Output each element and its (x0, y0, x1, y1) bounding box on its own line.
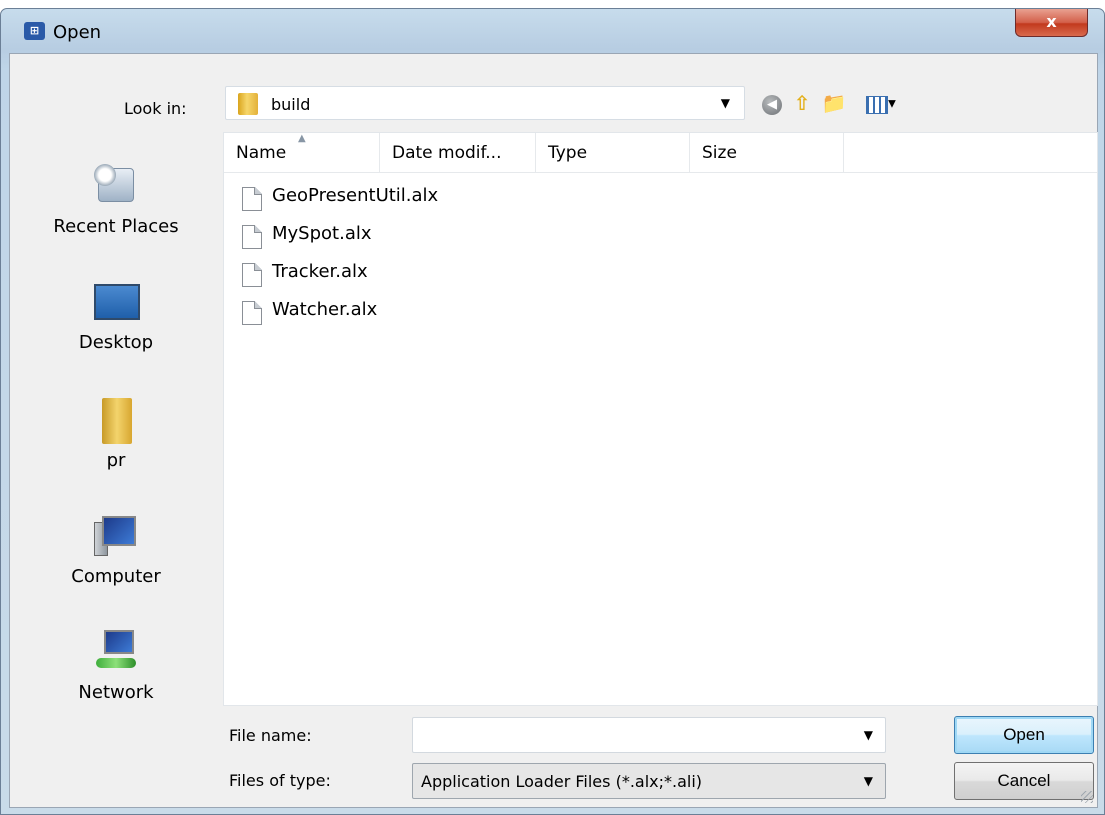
user-folder-icon (92, 396, 140, 444)
back-button[interactable]: ◀ (758, 88, 786, 118)
column-headers: Name ▲ Date modif... Type Size (224, 133, 1097, 173)
open-button[interactable]: Open (954, 716, 1094, 754)
file-name: Watcher.alx (272, 299, 378, 320)
file-name: Tracker.alx (272, 261, 368, 282)
look-in-value: build (271, 95, 311, 114)
recent-places-icon (92, 162, 140, 210)
back-arrow-icon: ◀ (762, 94, 782, 115)
place-computer[interactable]: Computer (18, 512, 214, 587)
file-name: MySpot.alx (272, 223, 372, 244)
place-recent-places[interactable]: Recent Places (18, 162, 214, 237)
folder-icon (238, 93, 258, 115)
new-folder-icon: 📁 (821, 91, 847, 115)
window-title: Open (53, 22, 102, 43)
column-header-date[interactable]: Date modif... (380, 133, 536, 173)
column-header-size[interactable]: Size (690, 133, 844, 173)
up-folder-icon: ⇧ (793, 91, 811, 115)
network-icon (92, 628, 140, 676)
sort-ascending-icon: ▲ (298, 133, 306, 144)
view-menu-icon (866, 95, 889, 114)
desktop-icon (92, 278, 140, 326)
up-folder-button[interactable]: ⇧ (788, 88, 816, 118)
file-type-value: Application Loader Files (*.alx;*.ali) (421, 772, 703, 791)
place-desktop[interactable]: Desktop (18, 278, 214, 353)
place-label: Recent Places (53, 216, 179, 237)
place-label: Computer (71, 566, 161, 587)
open-dialog: ⊞ Open x Look in: build ▼ ◀ ⇧ 📁 ▼ Recent… (0, 8, 1105, 815)
document-icon (242, 187, 262, 211)
place-pr[interactable]: pr (18, 396, 214, 471)
close-button[interactable]: x (1015, 9, 1088, 37)
title-bar[interactable]: ⊞ Open x (1, 9, 1104, 53)
chevron-down-icon[interactable]: ▼ (864, 774, 873, 788)
view-menu-button[interactable]: ▼ (860, 88, 902, 118)
cancel-button[interactable]: Cancel (954, 762, 1094, 800)
column-header-name[interactable]: Name ▲ (224, 133, 380, 173)
new-folder-button[interactable]: 📁 (820, 88, 848, 118)
look-in-dropdown[interactable]: build ▼ (225, 86, 745, 120)
chevron-down-icon[interactable]: ▼ (864, 728, 873, 742)
file-list[interactable]: Name ▲ Date modif... Type Size GeoPresen… (223, 132, 1098, 706)
resize-grip[interactable] (1081, 791, 1093, 803)
look-in-label: Look in: (124, 99, 187, 118)
document-icon (242, 301, 262, 325)
place-label: pr (106, 450, 126, 471)
document-icon (242, 263, 262, 287)
document-icon (242, 225, 262, 249)
computer-icon (92, 512, 140, 560)
application-icon: ⊞ (24, 22, 45, 40)
place-network[interactable]: Network (18, 628, 214, 703)
place-label: Network (78, 682, 154, 703)
file-type-label: Files of type: (229, 771, 331, 790)
place-label: Desktop (78, 332, 154, 353)
chevron-down-icon: ▼ (888, 98, 896, 110)
column-header-type[interactable]: Type (536, 133, 690, 173)
places-bar: Recent Places Desktop pr Computer Networ… (18, 142, 214, 762)
file-name-field[interactable]: ▼ (412, 717, 886, 753)
file-type-dropdown[interactable]: Application Loader Files (*.alx;*.ali) ▼ (412, 763, 886, 799)
file-name: GeoPresentUtil.alx (272, 185, 439, 206)
chevron-down-icon[interactable]: ▼ (721, 96, 730, 110)
dialog-client-area: Look in: build ▼ ◀ ⇧ 📁 ▼ Recent Places D… (9, 53, 1098, 808)
file-name-label: File name: (229, 726, 312, 745)
